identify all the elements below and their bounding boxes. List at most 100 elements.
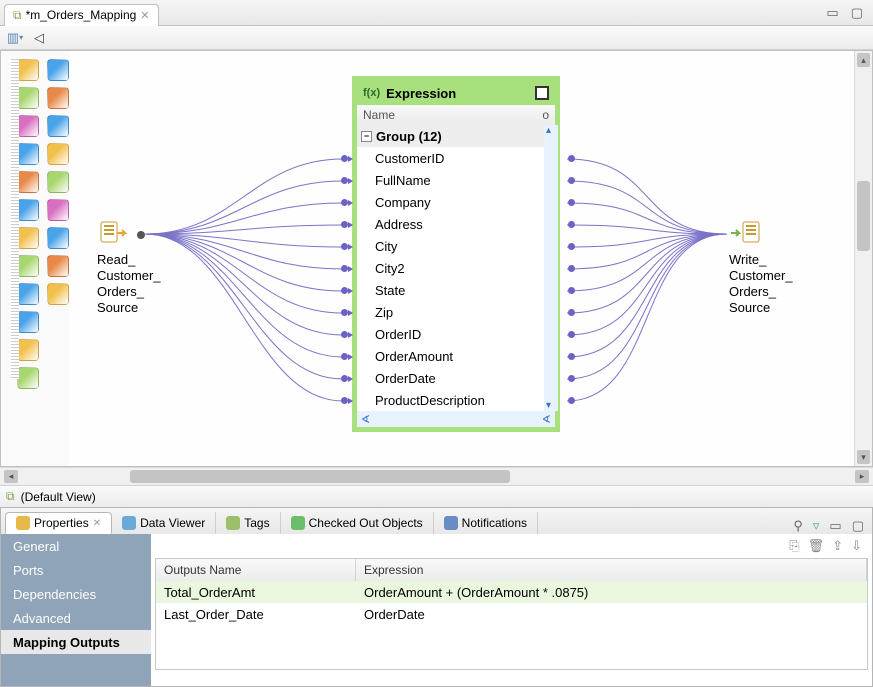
output-port[interactable] bbox=[568, 397, 575, 404]
input-port[interactable] bbox=[341, 221, 348, 228]
grid-header-name[interactable]: Outputs Name bbox=[156, 559, 356, 581]
scroll-down-icon[interactable]: ▾ bbox=[546, 400, 551, 411]
output-port[interactable] bbox=[568, 265, 575, 272]
output-name-cell[interactable]: Total_OrderAmt bbox=[156, 581, 356, 603]
bottom-tab[interactable]: Notifications bbox=[434, 512, 538, 534]
output-port[interactable] bbox=[568, 353, 575, 360]
properties-vtab[interactable]: Advanced bbox=[1, 606, 151, 630]
expression-field[interactable]: CustomerID bbox=[357, 147, 555, 169]
palette-tool-icon[interactable] bbox=[17, 199, 39, 221]
output-port[interactable] bbox=[568, 177, 575, 184]
source-node[interactable]: Read_Customer_Orders_Source bbox=[97, 219, 161, 316]
vscroll-down-icon[interactable]: ▾ bbox=[857, 450, 870, 464]
hscroll-left-icon[interactable]: ◂ bbox=[4, 470, 18, 483]
output-port[interactable] bbox=[568, 221, 575, 228]
expression-hscroll[interactable]: ∢ ∢ bbox=[357, 411, 555, 427]
copy-icon[interactable]: ⎘ bbox=[789, 538, 799, 554]
bottom-tab[interactable]: Data Viewer bbox=[112, 512, 216, 534]
palette-tool-icon[interactable] bbox=[47, 87, 69, 109]
palette-tool-icon[interactable] bbox=[47, 227, 69, 249]
expression-field[interactable]: FullName bbox=[357, 169, 555, 191]
output-expr-cell[interactable]: OrderAmount + (OrderAmount * .0875) bbox=[356, 581, 867, 603]
mapping-canvas[interactable]: Read_Customer_Orders_Source Write_Custom… bbox=[69, 51, 854, 466]
palette-tool-icon[interactable] bbox=[17, 143, 39, 165]
scroll-right-icon[interactable]: ∢ bbox=[542, 413, 551, 426]
input-port[interactable] bbox=[341, 155, 348, 162]
palette-tool-icon[interactable] bbox=[17, 115, 39, 137]
close-tab-icon[interactable]: ✕ bbox=[93, 518, 101, 529]
scroll-up-icon[interactable]: ▴ bbox=[546, 125, 551, 136]
palette-tool-icon[interactable] bbox=[47, 255, 69, 277]
vscroll-thumb[interactable] bbox=[857, 181, 870, 251]
palette-tool-icon[interactable] bbox=[17, 311, 39, 333]
panel-minimize-icon[interactable]: ▭ bbox=[829, 518, 841, 534]
palette-tool-icon[interactable] bbox=[17, 283, 39, 305]
input-port[interactable] bbox=[341, 309, 348, 316]
output-port[interactable] bbox=[568, 309, 575, 316]
expression-window-toggle[interactable] bbox=[535, 86, 549, 100]
grid-row[interactable]: Last_Order_DateOrderDate bbox=[156, 603, 867, 625]
expression-vscroll[interactable]: ▴ ▾ bbox=[544, 125, 558, 411]
import-icon[interactable]: ⇩ bbox=[851, 538, 862, 554]
expression-field[interactable]: OrderDate bbox=[357, 367, 555, 389]
expression-field[interactable]: ProductDescription bbox=[357, 389, 555, 411]
palette-tool-icon[interactable] bbox=[47, 143, 69, 165]
palette-tool-icon[interactable] bbox=[17, 339, 39, 361]
properties-vtab[interactable]: General bbox=[1, 534, 151, 558]
target-node[interactable]: Write_Customer_Orders_Source bbox=[729, 219, 793, 316]
palette-grip[interactable] bbox=[11, 59, 19, 379]
expression-field[interactable]: Zip bbox=[357, 301, 555, 323]
expression-field[interactable]: OrderAmount bbox=[357, 345, 555, 367]
output-port[interactable] bbox=[568, 155, 575, 162]
output-port[interactable] bbox=[568, 375, 575, 382]
pin-icon[interactable]: ⚲ bbox=[793, 518, 803, 534]
output-port[interactable] bbox=[568, 199, 575, 206]
input-port[interactable] bbox=[341, 353, 348, 360]
collapse-icon[interactable]: − bbox=[361, 131, 372, 142]
palette-tool-icon[interactable] bbox=[47, 283, 69, 305]
bottom-tab[interactable]: Tags bbox=[216, 512, 280, 534]
palette-tool-icon[interactable] bbox=[47, 367, 69, 389]
expression-field[interactable]: State bbox=[357, 279, 555, 301]
input-port[interactable] bbox=[341, 199, 348, 206]
minimize-icon[interactable]: ▭ bbox=[826, 5, 838, 21]
properties-vtab[interactable]: Mapping Outputs bbox=[1, 630, 151, 654]
scroll-left-icon[interactable]: ∢ bbox=[361, 413, 370, 426]
editor-tab[interactable]: ⧉ *m_Orders_Mapping ✕ bbox=[4, 4, 159, 26]
palette-tool-icon[interactable] bbox=[47, 171, 69, 193]
palette-tool-icon[interactable] bbox=[17, 255, 39, 277]
hscroll-thumb[interactable] bbox=[130, 470, 510, 483]
hscroll-right-icon[interactable]: ▸ bbox=[855, 470, 869, 483]
output-expr-cell[interactable]: OrderDate bbox=[356, 603, 867, 625]
palette-tool-icon[interactable] bbox=[47, 59, 69, 81]
maximize-icon[interactable]: ▢ bbox=[851, 5, 863, 21]
canvas-menu-button[interactable]: ▥▾ bbox=[6, 29, 24, 47]
palette-tool-icon[interactable] bbox=[17, 171, 39, 193]
canvas-back-button[interactable]: ◁ bbox=[30, 29, 48, 47]
bottom-tab[interactable]: Properties✕ bbox=[5, 512, 112, 534]
palette-tool-icon[interactable] bbox=[47, 311, 69, 333]
expression-field[interactable]: Address bbox=[357, 213, 555, 235]
palette-tool-icon[interactable] bbox=[17, 227, 39, 249]
expression-transformation[interactable]: f(x) Expression Name o − Group (12) Cust… bbox=[352, 76, 560, 432]
expression-titlebar[interactable]: f(x) Expression bbox=[357, 81, 555, 105]
palette-tool-icon[interactable] bbox=[47, 339, 69, 361]
delete-icon[interactable]: 🗑 bbox=[808, 538, 825, 554]
palette-tool-icon[interactable] bbox=[17, 87, 39, 109]
input-port[interactable] bbox=[341, 243, 348, 250]
view-menu-icon[interactable]: ▿ bbox=[813, 518, 820, 534]
close-tab-icon[interactable]: ✕ bbox=[140, 9, 149, 22]
panel-maximize-icon[interactable]: ▢ bbox=[852, 518, 864, 534]
output-port[interactable] bbox=[568, 331, 575, 338]
source-port[interactable] bbox=[137, 231, 145, 239]
grid-header-expr[interactable]: Expression bbox=[356, 559, 867, 581]
properties-vtab[interactable]: Dependencies bbox=[1, 582, 151, 606]
input-port[interactable] bbox=[341, 375, 348, 382]
grid-empty-row[interactable] bbox=[156, 647, 867, 669]
input-port[interactable] bbox=[341, 287, 348, 294]
expression-field[interactable]: City2 bbox=[357, 257, 555, 279]
palette-tool-icon[interactable] bbox=[17, 367, 39, 389]
output-port[interactable] bbox=[568, 287, 575, 294]
properties-vtab[interactable]: Ports bbox=[1, 558, 151, 582]
input-port[interactable] bbox=[341, 397, 348, 404]
